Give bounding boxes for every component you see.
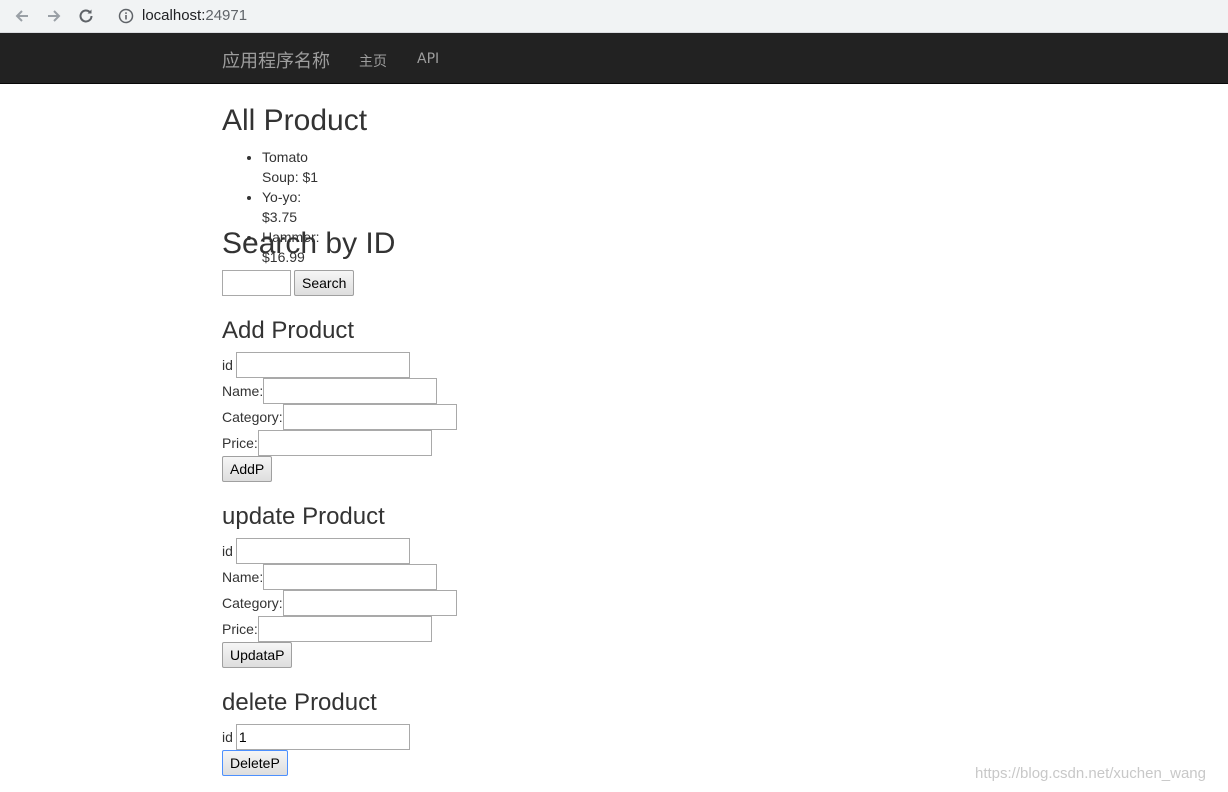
watermark: https://blog.csdn.net/xuchen_wang: [975, 765, 1206, 782]
delete-product-button[interactable]: DeleteP: [222, 750, 288, 776]
delete-id-label: id: [222, 729, 233, 745]
update-price-label: Price:: [222, 621, 258, 637]
info-icon[interactable]: [118, 8, 134, 24]
address-bar[interactable]: localhost:24971: [108, 2, 1228, 30]
add-price-input[interactable]: [257, 430, 432, 456]
nav-link-api[interactable]: API: [417, 51, 439, 67]
add-category-row: Category:: [222, 404, 457, 430]
add-id-row: id: [222, 352, 410, 378]
update-id-row: id: [222, 538, 410, 564]
url-text: localhost:24971: [142, 7, 247, 24]
update-name-label: Name:: [222, 569, 264, 585]
update-name-input[interactable]: [263, 564, 438, 590]
product-list-item: Tomato Soup: $1: [262, 147, 320, 187]
update-id-input[interactable]: [235, 538, 410, 564]
add-category-label: Category:: [222, 409, 283, 425]
browser-toolbar: localhost:24971: [0, 0, 1228, 33]
reload-button[interactable]: [74, 4, 98, 28]
search-button[interactable]: Search: [294, 270, 355, 296]
update-product-title: update Product: [222, 503, 385, 530]
update-name-row: Name:: [222, 564, 438, 590]
update-category-input[interactable]: [282, 590, 457, 616]
delete-button-row: DeleteP: [222, 750, 288, 776]
update-product-button[interactable]: UpdataP: [222, 642, 293, 668]
all-products-title: All Product: [222, 104, 368, 137]
add-name-label: Name:: [222, 383, 264, 399]
update-category-row: Category:: [222, 590, 457, 616]
app-navbar: 应用程序名称 主页 API: [0, 33, 1228, 84]
add-price-row: Price:: [222, 430, 432, 456]
product-list-item: Yo-yo: $3.75: [262, 187, 320, 227]
add-id-label: id: [222, 357, 233, 373]
update-category-label: Category:: [222, 595, 283, 611]
search-row: Search: [222, 270, 355, 296]
update-price-row: Price:: [222, 616, 432, 642]
add-category-input[interactable]: [282, 404, 457, 430]
add-id-input[interactable]: [235, 352, 410, 378]
add-name-row: Name:: [222, 378, 438, 404]
back-button[interactable]: [10, 4, 34, 28]
url-port: 24971: [205, 7, 248, 24]
add-product-title: Add Product: [222, 317, 355, 344]
url-host: localhost:: [142, 7, 206, 24]
back-arrow-icon: [15, 10, 28, 22]
add-name-input[interactable]: [263, 378, 438, 404]
delete-id-row: id: [222, 724, 410, 750]
search-title: Search by ID: [222, 227, 396, 260]
forward-button[interactable]: [42, 4, 66, 28]
delete-product-title: delete Product: [222, 689, 377, 716]
add-price-label: Price:: [222, 435, 258, 451]
nav-link-home[interactable]: 主页: [359, 51, 387, 71]
update-price-input[interactable]: [257, 616, 432, 642]
reload-icon: [79, 9, 93, 23]
add-product-button[interactable]: AddP: [222, 456, 273, 482]
forward-arrow-icon: [48, 10, 61, 22]
delete-id-input[interactable]: [235, 724, 410, 750]
add-button-row: AddP: [222, 456, 273, 482]
search-id-input[interactable]: [222, 270, 291, 296]
navbar-brand[interactable]: 应用程序名称: [222, 47, 330, 73]
update-button-row: UpdataP: [222, 642, 293, 668]
update-id-label: id: [222, 543, 233, 559]
